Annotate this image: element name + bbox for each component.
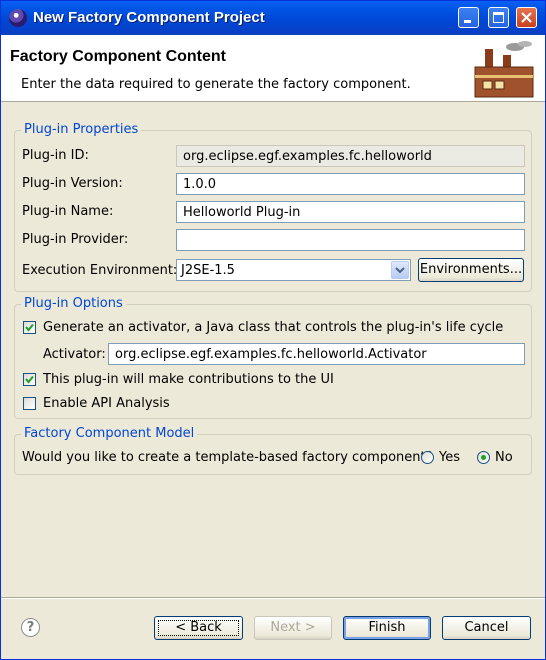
plugin-version-label: Plug-in Version: [22,176,123,191]
plugin-name-field[interactable]: Helloworld Plug-in [176,201,525,223]
wizard-banner: Factory Component Content Enter the data… [1,35,545,102]
activator-field[interactable]: org.eclipse.egf.examples.fc.helloworld.A… [108,343,525,365]
group-legend: Factory Component Model [21,426,198,441]
page-description: Enter the data required to generate the … [21,77,411,92]
cancel-button[interactable]: Cancel [442,616,531,640]
window-title: New Factory Component Project [33,9,265,26]
help-icon[interactable]: ? [21,618,40,637]
generate-activator-label[interactable]: Generate an activator, a Java class that… [43,320,503,335]
minimize-button[interactable] [458,7,479,28]
minimize-icon [464,20,471,23]
plugin-provider-field[interactable] [176,229,525,251]
maximize-button[interactable] [488,7,509,28]
next-button[interactable]: Next > [254,616,332,640]
eclipse-icon [9,9,27,27]
group-legend: Plug-in Options [21,296,126,311]
plugin-id-field: org.eclipse.egf.examples.fc.helloworld [176,145,525,167]
plugin-version-field[interactable]: 1.0.0 [176,173,525,195]
close-button[interactable] [516,7,537,28]
plugin-id-label: Plug-in ID: [22,148,89,163]
checkmark-icon [25,375,34,384]
factory-icon [474,41,534,98]
title-bar[interactable]: New Factory Component Project [1,1,545,35]
maximize-icon [493,12,504,23]
dropdown-button[interactable] [391,261,409,279]
back-button[interactable]: < Back [154,616,243,640]
template-question-label: Would you like to create a template-base… [22,450,433,465]
plugin-name-label: Plug-in Name: [22,204,114,219]
close-icon [521,12,532,23]
environments-button[interactable]: Environments... [418,258,524,282]
api-analysis-checkbox[interactable] [23,397,36,410]
api-analysis-label[interactable]: Enable API Analysis [43,396,170,411]
no-radio-label[interactable]: No [495,450,513,465]
plugin-provider-label: Plug-in Provider: [22,232,129,247]
activator-label: Activator: [43,347,106,362]
execution-environment-value: J2SE-1.5 [181,263,235,278]
execution-environment-label: Execution Environment: [22,263,178,278]
finish-button[interactable]: Finish [343,616,431,640]
radio-selected-dot [481,455,486,460]
page-title: Factory Component Content [10,48,226,65]
generate-activator-checkbox[interactable] [23,321,36,334]
yes-radio-label[interactable]: Yes [439,450,460,465]
chevron-down-icon [395,267,405,274]
ui-contributions-label[interactable]: This plug-in will make contributions to … [43,372,334,387]
no-radio[interactable] [477,451,490,464]
group-legend: Plug-in Properties [21,122,142,137]
checkmark-icon [25,323,34,332]
wizard-dialog: New Factory Component Project Factory Co… [0,0,546,660]
ui-contributions-checkbox[interactable] [23,373,36,386]
footer-separator [1,597,545,599]
execution-environment-combo[interactable]: J2SE-1.5 [176,259,411,281]
yes-radio[interactable] [421,451,434,464]
